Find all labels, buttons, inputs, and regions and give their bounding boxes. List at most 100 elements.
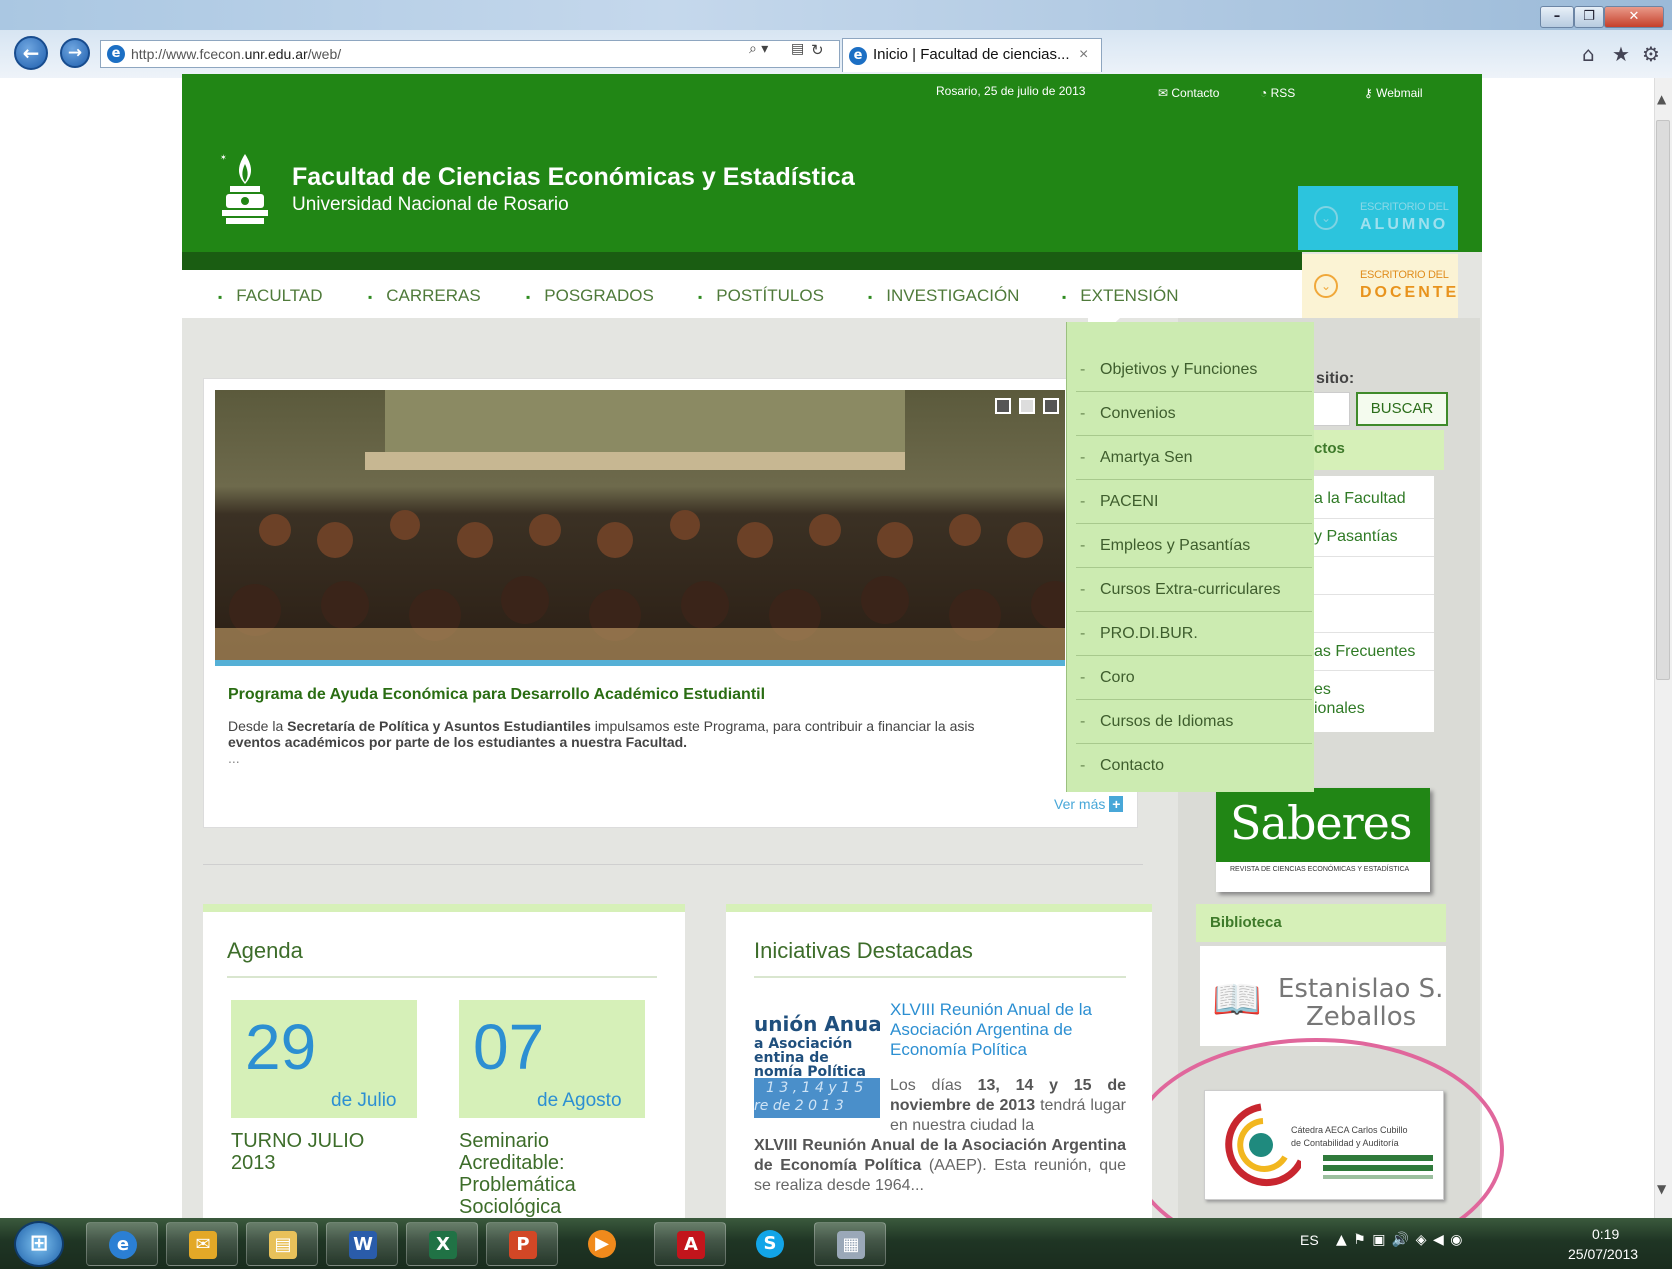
agenda-day-2: 07 xyxy=(473,1011,545,1083)
clock-date[interactable]: 25/07/2013 xyxy=(1568,1246,1638,1262)
tab-title: Inicio | Facultad de ciencias... xyxy=(873,46,1070,63)
search-button[interactable]: BUSCAR xyxy=(1356,392,1448,426)
dropdown-objetivos[interactable]: Objetivos y Funciones xyxy=(1076,348,1312,392)
browser-tab[interactable]: e Inicio | Facultad de ciencias... × xyxy=(842,38,1102,72)
escritorio-docente-button[interactable]: ⌄ ESCRITORIO DEL DOCENTE xyxy=(1298,254,1458,318)
back-button[interactable]: ← xyxy=(14,36,48,70)
clock-time[interactable]: 0:19 xyxy=(1592,1226,1619,1242)
dropdown-empleos[interactable]: Empleos y Pasantías xyxy=(1076,524,1312,568)
minimize-button[interactable]: – xyxy=(1540,6,1574,28)
slide-dot-1[interactable] xyxy=(995,398,1011,414)
nav-posgrados[interactable]: POSGRADOS xyxy=(526,286,654,306)
quicklink-pasantias[interactable]: y Pasantías xyxy=(1314,528,1398,546)
close-window-button[interactable]: ✕ xyxy=(1604,6,1664,28)
agenda-topbar xyxy=(203,904,685,912)
taskbar-media-player[interactable]: ▶ xyxy=(566,1222,638,1266)
favorites-star-icon[interactable]: ★ xyxy=(1612,42,1630,66)
agenda-date-1[interactable]: 29 de Julio xyxy=(231,1000,417,1118)
nav-extension[interactable]: EXTENSIÓN xyxy=(1062,286,1178,306)
dropdown-convenios[interactable]: Convenios xyxy=(1076,392,1312,436)
chevron-down-icon: ⌄ xyxy=(1314,274,1338,298)
url-suffix: /web/ xyxy=(307,46,342,62)
dropdown-coro[interactable]: Coro xyxy=(1076,656,1312,700)
slide-dot-3[interactable] xyxy=(1043,398,1059,414)
agenda-date-2[interactable]: 07 de Agosto xyxy=(459,1000,645,1118)
site-title[interactable]: Facultad de Ciencias Económicas y Estadí… xyxy=(292,163,855,192)
dropdown-paceni[interactable]: PACENI xyxy=(1076,480,1312,524)
aaep-img-line-6: re de 2 0 1 3 xyxy=(754,1098,844,1114)
nav-carreras[interactable]: CARRERAS xyxy=(368,286,480,306)
agenda-event-1[interactable]: TURNO JULIO 2013 xyxy=(231,1130,391,1174)
taskbar-internet-explorer[interactable]: e xyxy=(86,1222,158,1266)
quicklink-facultad[interactable]: a la Facultad xyxy=(1314,490,1406,508)
quicklink-faq[interactable]: as Frecuentes xyxy=(1314,643,1415,661)
saberes-banner[interactable]: Saberes REVISTA DE CIENCIAS ECONÓMICAS Y… xyxy=(1216,788,1430,892)
taskbar-word[interactable]: W xyxy=(326,1222,398,1266)
chevron-down-icon: ⌄ xyxy=(1314,206,1338,230)
dropdown-prodibur[interactable]: PRO.DI.BUR. xyxy=(1076,612,1312,656)
taskbar-explorer[interactable]: ▤ xyxy=(246,1222,318,1266)
aaep-thumbnail[interactable]: unión Anual a Asociación entina de nomía… xyxy=(754,1000,880,1120)
slideshow-photo[interactable] xyxy=(215,390,1065,666)
play-icon: ▶ xyxy=(588,1230,616,1258)
contact-link[interactable]: ✉ Contacto xyxy=(1158,86,1219,100)
nav-investigacion[interactable]: INVESTIGACIÓN xyxy=(868,286,1019,306)
ver-mas-link[interactable]: Ver más + xyxy=(1054,796,1124,812)
restore-button[interactable]: ❐ xyxy=(1574,6,1604,28)
saberes-logo-text: Saberes xyxy=(1230,796,1412,850)
home-icon[interactable]: ⌂ xyxy=(1582,42,1595,66)
quicklink-item-b[interactable]: ionales xyxy=(1314,700,1365,718)
webmail-link[interactable]: ⚷ Webmail xyxy=(1364,86,1423,100)
divider xyxy=(1314,632,1434,633)
divider xyxy=(1314,594,1434,595)
language-indicator[interactable]: ES xyxy=(1300,1232,1319,1248)
windows-start-button[interactable]: ⊞ xyxy=(14,1221,64,1267)
ie-tab-icon: e xyxy=(849,47,867,65)
nav-facultad[interactable]: FACULTAD xyxy=(218,286,322,306)
dropdown-idiomas[interactable]: Cursos de Idiomas xyxy=(1076,700,1312,744)
taskbar-skype[interactable]: S xyxy=(734,1222,806,1266)
scrollbar-thumb[interactable] xyxy=(1656,120,1670,680)
taskbar-presentation[interactable]: P xyxy=(486,1222,558,1266)
system-tray-icons[interactable]: ▲ ⚑ ▣ 🔊 ◈ ◀ ◉ xyxy=(1336,1232,1463,1248)
url-prefix: http://www.fcecon. xyxy=(131,46,245,62)
taskbar-excel[interactable]: X xyxy=(406,1222,478,1266)
quicklink-item-a[interactable]: es xyxy=(1314,681,1331,699)
rss-link[interactable]: ◔ RSS xyxy=(1260,86,1295,100)
divider xyxy=(1314,556,1434,557)
agenda-event-2[interactable]: Seminario Acreditable: Problemática Soci… xyxy=(459,1130,609,1218)
biblioteca-link[interactable]: 📖 Estanislao S. Zeballos xyxy=(1200,946,1446,1046)
agenda-month-1: de Julio xyxy=(331,1090,397,1111)
aaep-img-line-1: unión Anual xyxy=(754,1012,880,1036)
forward-button[interactable]: → xyxy=(60,38,90,68)
iniciativa-body-top: Los días 13, 14 y 15 de noviembre de 201… xyxy=(890,1077,1126,1134)
divider xyxy=(754,976,1126,978)
tools-gear-icon[interactable]: ⚙ xyxy=(1642,42,1660,66)
taskbar-outlook[interactable]: ✉ xyxy=(166,1222,238,1266)
university-logo: ✶ xyxy=(220,153,268,224)
taskbar-calculator[interactable]: ▦ xyxy=(814,1222,886,1266)
scroll-down-icon[interactable]: ▼ xyxy=(1657,1182,1666,1196)
address-bar[interactable]: e http://www.fcecon.unr.edu.ar/web/ ⌕ ▾ … xyxy=(100,40,840,68)
compatibility-view-icon[interactable]: ▤ xyxy=(791,41,804,57)
divider xyxy=(1314,670,1434,671)
featured-title[interactable]: Programa de Ayuda Económica para Desarro… xyxy=(228,686,765,704)
mail-icon: ✉ xyxy=(1158,86,1172,100)
slide-dot-2[interactable] xyxy=(1019,398,1035,414)
accesos-header: ctos xyxy=(1314,430,1444,470)
dropdown-contacto[interactable]: Contacto xyxy=(1076,744,1312,788)
search-dropdown-icon[interactable]: ⌕ ▾ xyxy=(749,41,768,57)
dropdown-cursos-extra[interactable]: Cursos Extra-curriculares xyxy=(1076,568,1312,612)
iniciativas-panel: Iniciativas Destacadas unión Anual a Aso… xyxy=(726,904,1152,1218)
featured-ellipsis: ... xyxy=(228,750,240,766)
tab-close-icon[interactable]: × xyxy=(1079,39,1088,71)
iniciativa-headline[interactable]: XLVIII Reunión Anual de la Asociación Ar… xyxy=(890,1000,1126,1060)
taskbar-acrobat[interactable]: A xyxy=(654,1222,726,1266)
dropdown-amartya-sen[interactable]: Amartya Sen xyxy=(1076,436,1312,480)
scroll-up-icon[interactable]: ▲ xyxy=(1657,92,1666,106)
escritorio-alumno-button[interactable]: ⌄ ESCRITORIO DEL ALUMNO xyxy=(1298,186,1458,250)
refresh-icon[interactable]: ↻ xyxy=(811,41,824,59)
nav-postitulos[interactable]: POSTÍTULOS xyxy=(698,286,824,306)
window-title-bar xyxy=(0,0,1672,30)
search-input[interactable] xyxy=(1310,392,1350,426)
